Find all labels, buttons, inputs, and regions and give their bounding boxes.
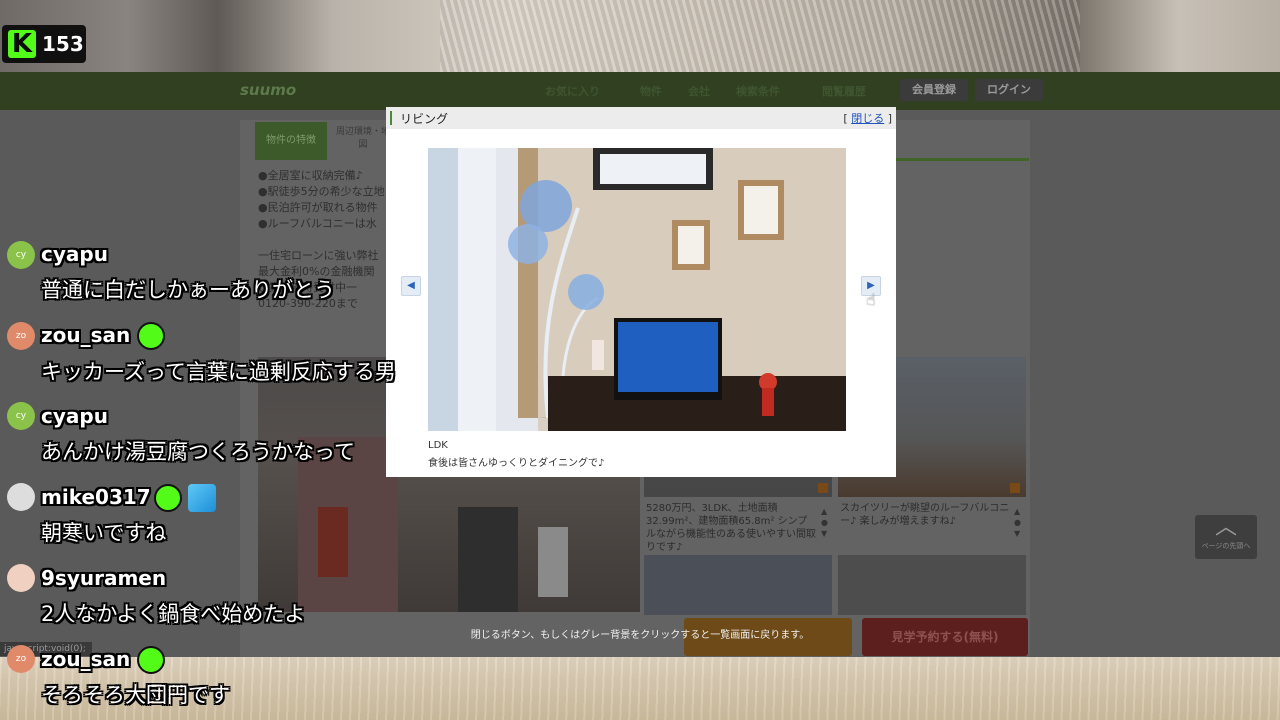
photo-caption-title: LDK (428, 440, 448, 451)
nav-search-conditions[interactable]: 検索条件 (736, 83, 780, 99)
site-logo[interactable]: suumo (240, 81, 296, 99)
site-header: suumo お気に入り 物件 会社 検索条件 閲覧履歴 会員登録 ログイン (0, 72, 1280, 110)
back-to-top-button[interactable]: ︿ ページの先頭へ (1195, 515, 1257, 559)
hand-cursor-icon: ☝ (866, 290, 876, 309)
chat-message: 朝寒いですね (41, 521, 167, 545)
scroll-arrows-icon[interactable]: ▲ ● ▼ (821, 506, 828, 539)
avatar (7, 483, 35, 511)
avatar: zo (7, 645, 35, 673)
room-photo[interactable] (838, 555, 1026, 615)
chat-message: そろそろ大団円です (41, 683, 230, 707)
back-to-top-label: ページの先頭へ (1201, 542, 1251, 550)
bicycle (538, 527, 568, 597)
modal-close[interactable]: [ 閉じる ] (843, 110, 892, 126)
chevron-up-icon: ︿ (1214, 515, 1237, 540)
title-accent (390, 111, 392, 125)
gift-cube-icon (188, 484, 216, 512)
front-door (318, 507, 348, 577)
chat-message: 2人なかよく鍋食べ始めたよ (41, 602, 306, 626)
photo-caption: 食後は皆さんゆっくりとダイニングで♪ (428, 458, 605, 469)
subscriber-icon (137, 646, 165, 674)
chat-message: 普通に白だしかぁーありがとう (41, 278, 335, 302)
subscriber-icon (137, 322, 165, 350)
chat-username[interactable]: mike0317 (41, 485, 151, 509)
listing-description: スカイツリーが眺望のルーフバルコニー♪ 楽しみが増えますね♪ (840, 503, 1010, 527)
chat-message: キッカーズって言葉に過剰反応する男 (41, 360, 396, 384)
close-link[interactable]: 閉じる (851, 112, 884, 125)
tab-area-map[interactable]: 周辺環境・地図 (333, 122, 393, 160)
nav-favorites[interactable]: お気に入り (545, 83, 600, 99)
chat-username[interactable]: zou_san (41, 647, 130, 671)
kick-logo-icon: K (8, 30, 36, 58)
close-hint: 閉じるボタン、もしくはグレー背景をクリックすると一覧画面に戻ります。 (470, 630, 810, 641)
feature-line: ●駅徒歩5分の希少な立地 (258, 185, 385, 198)
feature-line: 一住宅ローンに強い弊社 (258, 249, 379, 262)
living-room-image (428, 148, 846, 431)
avatar: cy (7, 241, 35, 269)
register-button[interactable]: 会員登録 (900, 79, 968, 101)
nav-history[interactable]: 閲覧履歴 (822, 83, 866, 99)
tab-features[interactable]: 物件の特徴 (255, 122, 327, 160)
chat-username[interactable]: zou_san (41, 323, 130, 347)
chat-username[interactable]: 9syuramen (41, 566, 166, 590)
scroll-arrows-icon[interactable]: ▲ ● ▼ (1014, 506, 1021, 539)
entrance-door (458, 507, 518, 612)
camera-texture (440, 0, 1080, 72)
feature-line: ●全居室に収納完備♪ (258, 169, 363, 182)
camera-feed-top (0, 0, 1280, 72)
avatar: zo (7, 322, 35, 350)
nav-property[interactable]: 物件 (640, 83, 662, 99)
modal-header: リビング [ 閉じる ] (386, 107, 896, 129)
chat-username[interactable]: cyapu (41, 242, 108, 266)
feature-line: ●ルーフバルコニーは水 (258, 217, 377, 230)
living-room-photo (428, 148, 846, 431)
photo-modal: リビング [ 閉じる ] ◀ ▶ LDK 食後は皆さんゆっくりとダイニングで♪ (386, 107, 896, 477)
viewer-count-badge: K 153 (2, 25, 86, 63)
zoom-icon[interactable] (818, 483, 828, 493)
avatar (7, 564, 35, 592)
room-photo[interactable] (644, 555, 832, 615)
listing-description: 5280万円、3LDK、土地面積32.99m²、建物面積65.8m² シンプルな… (646, 503, 816, 553)
subscriber-icon (154, 484, 182, 512)
chat-message: あんかけ湯豆腐つくろうかなって (41, 440, 355, 464)
login-button[interactable]: ログイン (975, 79, 1043, 101)
feature-line: ●民泊許可が取れる物件 (258, 201, 378, 214)
prev-photo-button[interactable]: ◀ (401, 276, 421, 296)
chat-username[interactable]: cyapu (41, 404, 108, 428)
viewer-count: 153 (42, 32, 84, 56)
avatar: cy (7, 402, 35, 430)
nav-company[interactable]: 会社 (688, 83, 710, 99)
chat-overlay (0, 0, 1, 1)
zoom-icon[interactable] (1010, 483, 1020, 493)
modal-title: リビング (400, 112, 449, 126)
